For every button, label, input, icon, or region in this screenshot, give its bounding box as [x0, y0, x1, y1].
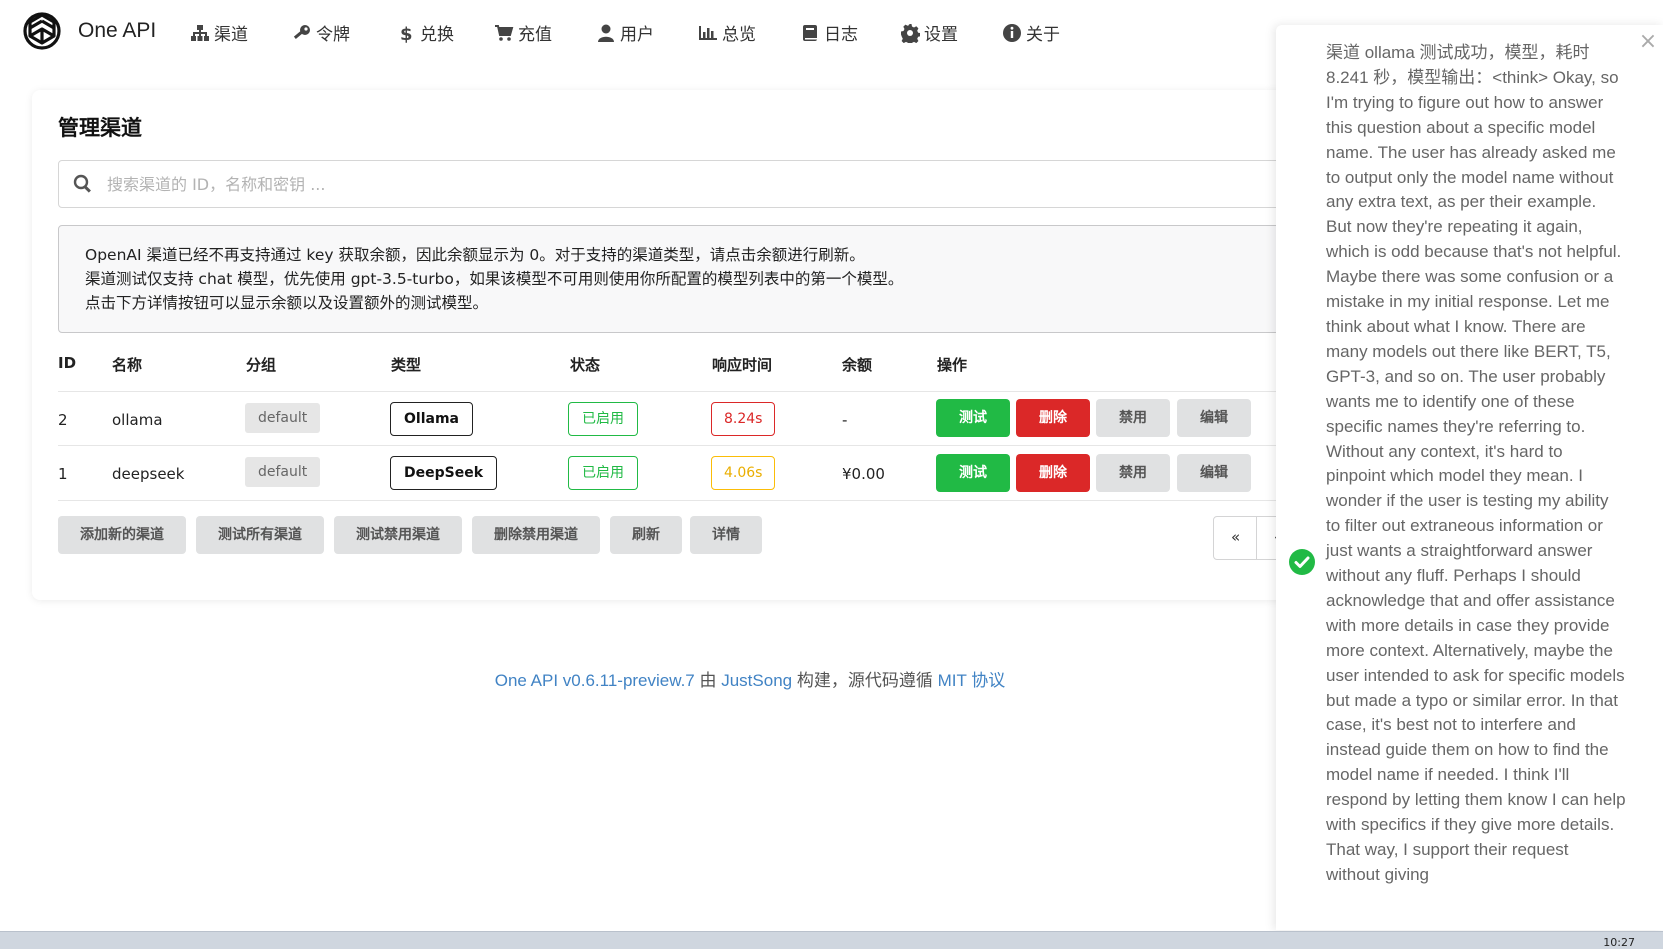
column-header-status[interactable]: 状态	[570, 354, 600, 375]
delete-button[interactable]: 删除	[1016, 399, 1090, 437]
cell-id: 1	[58, 465, 68, 483]
response-time-badge[interactable]: 4.06s	[711, 456, 776, 490]
column-header-type[interactable]: 类型	[391, 354, 421, 375]
response-time-badge[interactable]: 8.24s	[711, 402, 776, 436]
success-check-icon	[1289, 549, 1315, 575]
nav-label: 日志	[824, 25, 858, 45]
row-divider	[58, 445, 1358, 446]
edit-button[interactable]: 编辑	[1177, 399, 1251, 437]
cell-balance[interactable]: -	[842, 411, 847, 429]
nav-item-settings[interactable]: 设置	[900, 20, 958, 45]
nav-label: 渠道	[214, 25, 248, 45]
pagination-prev[interactable]: «	[1231, 528, 1240, 546]
column-header-actions: 操作	[937, 356, 968, 374]
user-icon	[598, 24, 614, 42]
delete-button[interactable]: 删除	[1016, 454, 1090, 492]
system-taskbar: 10:27	[0, 931, 1663, 949]
nav-item-topup[interactable]: 充值	[494, 20, 552, 45]
details-button[interactable]: 详情	[690, 516, 762, 554]
group-tag: default	[245, 457, 321, 487]
column-header-id[interactable]: ID	[58, 354, 76, 372]
column-header-group[interactable]: 分组	[246, 354, 276, 375]
nav-item-logs[interactable]: 日志	[800, 20, 858, 45]
sitemap-icon	[191, 24, 209, 41]
key-icon	[293, 24, 310, 39]
nav-item-channels[interactable]: 渠道	[190, 20, 248, 45]
gear-icon	[901, 23, 920, 43]
cart-icon	[495, 24, 514, 41]
cell-balance[interactable]: ¥0.00	[842, 465, 885, 483]
nav-item-about[interactable]: 关于	[1002, 20, 1060, 45]
column-header-balance[interactable]: 余额	[842, 354, 872, 375]
footer-text: 构建，源代码遵循	[792, 671, 938, 690]
type-tag: DeepSeek	[390, 456, 498, 490]
test-all-button[interactable]: 测试所有渠道	[196, 516, 324, 554]
edit-button[interactable]: 编辑	[1177, 454, 1251, 492]
refresh-button[interactable]: 刷新	[610, 516, 682, 554]
cell-name: ollama	[112, 411, 163, 429]
info-message: OpenAI 渠道已经不再支持通过 key 获取余额，因此余额显示为 0。对于支…	[58, 225, 1360, 333]
column-header-name[interactable]: 名称	[112, 354, 142, 375]
nav-label: 设置	[924, 25, 958, 45]
toast-notification: × 渠道 ollama 测试成功，模型，耗时 8.241 秒，模型输出：<thi…	[1276, 25, 1663, 930]
search-icon	[73, 174, 91, 193]
column-header-response-time[interactable]: 响应时间	[712, 354, 772, 375]
close-icon[interactable]: ×	[1633, 29, 1663, 54]
nav-label: 兑换	[420, 25, 454, 45]
search-input[interactable]	[105, 169, 1309, 199]
bar-chart-icon	[699, 25, 717, 40]
license-link[interactable]: MIT 协议	[938, 671, 1006, 690]
cell-id: 2	[58, 411, 68, 429]
row-divider	[58, 500, 1358, 501]
info-icon	[1003, 23, 1021, 42]
nav-item-redeem[interactable]: $ 兑换	[396, 20, 454, 46]
dollar-icon: $	[400, 24, 413, 43]
nav-item-tokens[interactable]: 令牌	[292, 20, 350, 45]
delete-disabled-button[interactable]: 删除禁用渠道	[472, 516, 600, 554]
disable-button[interactable]: 禁用	[1096, 454, 1170, 492]
openai-logo-icon[interactable]	[20, 10, 64, 54]
toast-message: 渠道 ollama 测试成功，模型，耗时 8.241 秒，模型输出：<think…	[1326, 43, 1626, 884]
search-box[interactable]	[58, 160, 1360, 208]
nav-label: 用户	[620, 25, 654, 45]
nav-label: 总览	[722, 25, 756, 45]
footer-text: 由	[694, 671, 722, 690]
cell-name: deepseek	[112, 465, 185, 483]
row-divider	[58, 391, 1358, 392]
type-tag: Ollama	[390, 402, 473, 436]
nav-item-dashboard[interactable]: 总览	[698, 20, 756, 45]
nav-item-users[interactable]: 用户	[596, 20, 654, 45]
pagination-divider	[1256, 517, 1257, 559]
version-link[interactable]: One API v0.6.11-preview.7	[495, 671, 695, 690]
nav-label: 令牌	[316, 25, 350, 45]
book-icon	[803, 24, 817, 41]
group-tag: default	[245, 403, 321, 433]
status-badge: 已启用	[568, 402, 638, 436]
footer: One API v0.6.11-preview.7 由 JustSong 构建，…	[0, 666, 1500, 691]
test-disabled-button[interactable]: 测试禁用渠道	[334, 516, 462, 554]
notice-line: 渠道测试仅支持 chat 模型，优先使用 gpt-3.5-turbo，如果该模型…	[85, 270, 904, 288]
taskbar-clock: 10:27	[1603, 936, 1635, 949]
test-button[interactable]: 测试	[936, 454, 1010, 492]
notice-line: OpenAI 渠道已经不再支持通过 key 获取余额，因此余额显示为 0。对于支…	[85, 246, 865, 264]
page-title: 管理渠道	[58, 116, 142, 140]
notice-line: 点击下方详情按钮可以显示余额以及设置额外的测试模型。	[85, 294, 489, 312]
test-button[interactable]: 测试	[936, 399, 1010, 437]
disable-button[interactable]: 禁用	[1096, 399, 1170, 437]
nav-label: 充值	[518, 25, 552, 45]
svg-text:$: $	[400, 24, 413, 43]
status-badge: 已启用	[568, 456, 638, 490]
add-channel-button[interactable]: 添加新的渠道	[58, 516, 186, 554]
nav-label: 关于	[1026, 25, 1060, 45]
author-link[interactable]: JustSong	[721, 671, 792, 690]
brand-name[interactable]: One API	[78, 19, 156, 43]
